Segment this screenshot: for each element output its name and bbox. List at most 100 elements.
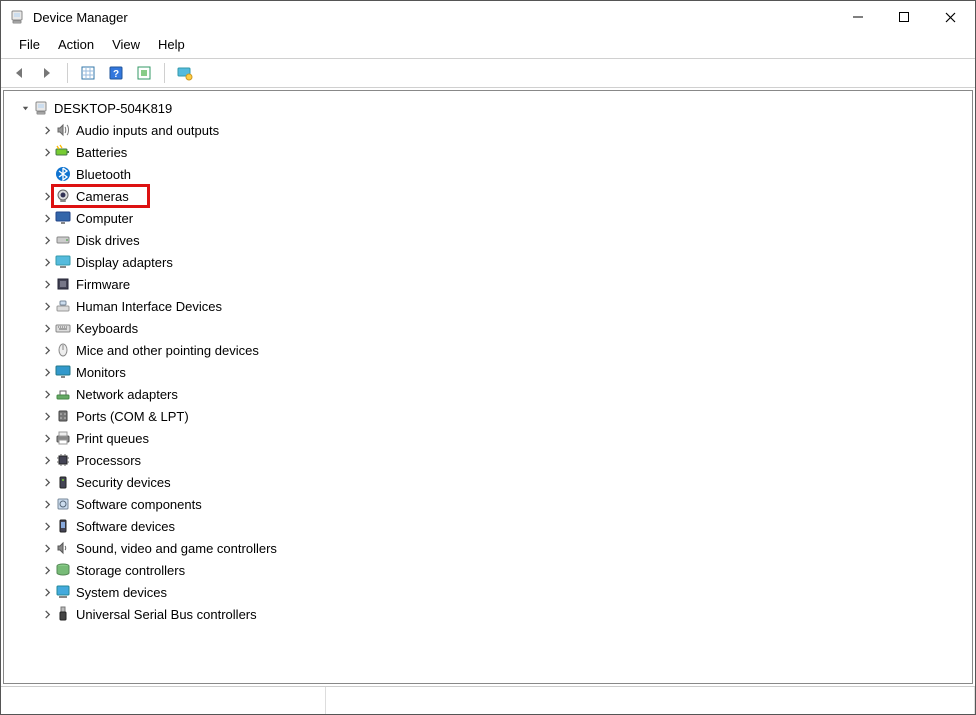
tree-item-system[interactable]: System devices	[40, 581, 972, 603]
chevron-right-icon[interactable]	[40, 585, 54, 599]
maximize-button[interactable]	[881, 2, 927, 32]
monitor2-icon	[54, 363, 72, 381]
tree-item-firmware[interactable]: Firmware	[40, 273, 972, 295]
toolbar-separator-2	[164, 63, 165, 83]
tree-item-swcomp[interactable]: Software components	[40, 493, 972, 515]
chevron-right-icon[interactable]	[40, 387, 54, 401]
minimize-button[interactable]	[835, 2, 881, 32]
menu-action[interactable]: Action	[50, 35, 102, 54]
security-icon	[54, 473, 72, 491]
chevron-right-icon[interactable]	[40, 343, 54, 357]
device-tree[interactable]: DESKTOP-504K819 Audio inputs and outputs…	[3, 90, 973, 684]
chevron-right-icon[interactable]	[40, 607, 54, 621]
sound-icon	[54, 539, 72, 557]
tree-item-label: Network adapters	[76, 387, 178, 402]
chevron-right-icon[interactable]	[40, 365, 54, 379]
app-icon	[9, 9, 25, 25]
chevron-down-icon[interactable]	[18, 101, 32, 115]
disk-icon	[54, 231, 72, 249]
tree-item-label: Print queues	[76, 431, 149, 446]
cpu-icon	[54, 451, 72, 469]
chevron-right-icon[interactable]	[40, 167, 54, 181]
mouse-icon	[54, 341, 72, 359]
tree-item-label: Monitors	[76, 365, 126, 380]
tree-item-audio[interactable]: Audio inputs and outputs	[40, 119, 972, 141]
tree-item-disk[interactable]: Disk drives	[40, 229, 972, 251]
tree-item-label: Firmware	[76, 277, 130, 292]
usb-icon	[54, 605, 72, 623]
help-button-tb[interactable]	[104, 61, 128, 85]
tree-item-keyboards[interactable]: Keyboards	[40, 317, 972, 339]
tree-item-label: Universal Serial Bus controllers	[76, 607, 257, 622]
menu-file[interactable]: File	[11, 35, 48, 54]
tree-item-display[interactable]: Display adapters	[40, 251, 972, 273]
tree-item-computer[interactable]: Computer	[40, 207, 972, 229]
tree-item-label: Computer	[76, 211, 133, 226]
keyboard-icon	[54, 319, 72, 337]
tree-root-node[interactable]: DESKTOP-504K819	[12, 97, 972, 119]
tree-item-cpu[interactable]: Processors	[40, 449, 972, 471]
bluetooth-icon	[54, 165, 72, 183]
tree-item-batteries[interactable]: Batteries	[40, 141, 972, 163]
tree-item-label: Ports (COM & LPT)	[76, 409, 189, 424]
tree-item-label: Keyboards	[76, 321, 138, 336]
chevron-right-icon[interactable]	[40, 497, 54, 511]
tree-item-swdev[interactable]: Software devices	[40, 515, 972, 537]
chevron-right-icon[interactable]	[40, 123, 54, 137]
tree-item-network[interactable]: Network adapters	[40, 383, 972, 405]
tree-item-monitors[interactable]: Monitors	[40, 361, 972, 383]
show-hidden-button[interactable]	[76, 61, 100, 85]
chevron-right-icon[interactable]	[40, 541, 54, 555]
tree-item-sound[interactable]: Sound, video and game controllers	[40, 537, 972, 559]
back-button[interactable]	[7, 61, 31, 85]
chevron-right-icon[interactable]	[40, 409, 54, 423]
chevron-right-icon[interactable]	[40, 255, 54, 269]
tree-item-hid[interactable]: Human Interface Devices	[40, 295, 972, 317]
display-icon	[54, 253, 72, 271]
tree-item-label: Display adapters	[76, 255, 173, 270]
tree-item-label: Sound, video and game controllers	[76, 541, 277, 556]
menu-help[interactable]: Help	[150, 35, 193, 54]
chevron-right-icon[interactable]	[40, 563, 54, 577]
window-title: Device Manager	[33, 10, 128, 25]
chevron-right-icon[interactable]	[40, 475, 54, 489]
tree-item-bluetooth[interactable]: Bluetooth	[40, 163, 972, 185]
status-bar	[1, 686, 975, 714]
chevron-right-icon[interactable]	[40, 277, 54, 291]
tree-item-cameras[interactable]: Cameras	[40, 185, 972, 207]
chevron-right-icon[interactable]	[40, 211, 54, 225]
chevron-right-icon[interactable]	[40, 453, 54, 467]
scan-button[interactable]	[132, 61, 156, 85]
network-icon	[54, 385, 72, 403]
battery-icon	[54, 143, 72, 161]
close-button[interactable]	[927, 2, 973, 32]
tree-item-label: Disk drives	[76, 233, 140, 248]
tree-item-printq[interactable]: Print queues	[40, 427, 972, 449]
tree-item-label: Software devices	[76, 519, 175, 534]
camera-icon	[54, 187, 72, 205]
tree-item-label: Software components	[76, 497, 202, 512]
chevron-right-icon[interactable]	[40, 431, 54, 445]
tree-item-security[interactable]: Security devices	[40, 471, 972, 493]
port-icon	[54, 407, 72, 425]
tree-item-ports[interactable]: Ports (COM & LPT)	[40, 405, 972, 427]
tree-item-label: Bluetooth	[76, 167, 131, 182]
monitor-icon	[54, 209, 72, 227]
chevron-right-icon[interactable]	[40, 519, 54, 533]
chevron-right-icon[interactable]	[40, 321, 54, 335]
chevron-right-icon[interactable]	[40, 233, 54, 247]
chevron-right-icon[interactable]	[40, 299, 54, 313]
chevron-right-icon[interactable]	[40, 145, 54, 159]
tree-item-label: Storage controllers	[76, 563, 185, 578]
tree-item-label: Processors	[76, 453, 141, 468]
chip-icon	[54, 275, 72, 293]
speaker-icon	[54, 121, 72, 139]
storage-icon	[54, 561, 72, 579]
computer-icon	[32, 99, 50, 117]
menu-view[interactable]: View	[104, 35, 148, 54]
forward-button[interactable]	[35, 61, 59, 85]
monitor-button[interactable]	[173, 61, 197, 85]
tree-item-mice[interactable]: Mice and other pointing devices	[40, 339, 972, 361]
tree-item-usb[interactable]: Universal Serial Bus controllers	[40, 603, 972, 625]
tree-item-storage[interactable]: Storage controllers	[40, 559, 972, 581]
